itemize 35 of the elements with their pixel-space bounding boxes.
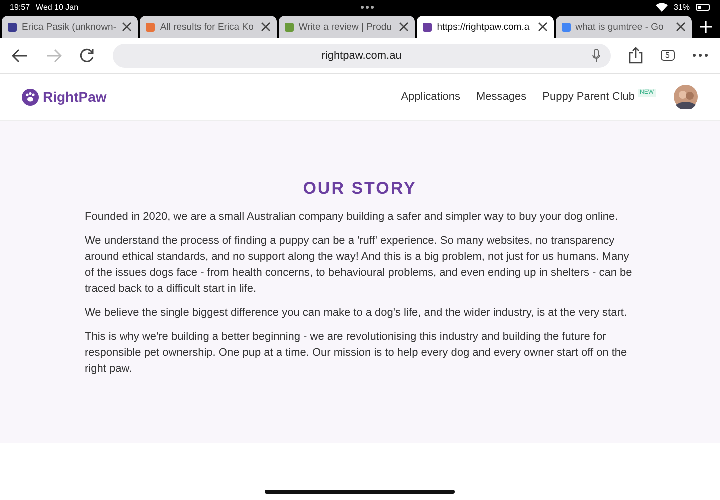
story-paragraph: We understand the process of finding a puppy can be a 'ruff' experience. So many websites, no transparency around ethical standards, and no support along the way! And this is a big problem, not just for us humans. Many of the issues dogs face - from health concerns, to behavioural problems, and even ending up in shelters - can be traced back to a difficult start in life. — [85, 234, 634, 297]
status-date: Wed 10 Jan — [36, 2, 79, 12]
story-paragraph: We believe the single biggest difference you can make to a dog's life, and the wider industry, is at the very start. — [85, 306, 628, 321]
battery-percentage: 31% — [674, 2, 690, 12]
browser-tab[interactable]: https://rightpaw.com.a — [417, 16, 554, 38]
paw-logo-icon[interactable] — [22, 88, 39, 106]
site-logo[interactable]: RightPaw — [43, 89, 107, 105]
browser-tab[interactable]: what is gumtree - Go — [556, 16, 692, 38]
close-icon[interactable] — [399, 22, 410, 32]
close-icon[interactable] — [676, 22, 686, 32]
share-icon[interactable] — [628, 47, 643, 64]
close-icon[interactable] — [538, 22, 548, 32]
story-paragraph: This is why we're building a better beginning - we are revolutionising this industry and building the future for responsible pet ownership. One pup at a time. Our mission is to help every dog and every owner start off on the right paw. — [85, 330, 628, 377]
new-tab-icon[interactable] — [700, 21, 712, 33]
nav-link[interactable]: Messages — [476, 91, 527, 103]
status-time: 19:57 — [10, 2, 30, 12]
browser-tab[interactable]: All results for Erica Ko — [140, 16, 277, 38]
tab-count-button[interactable]: 5 — [660, 50, 675, 61]
avatar-icon[interactable] — [674, 85, 698, 109]
section-heading: OUR STORY — [302, 179, 418, 199]
nav-link[interactable]: Puppy Parent Club — [542, 91, 635, 103]
back-icon[interactable] — [12, 48, 28, 62]
close-icon[interactable] — [260, 22, 271, 32]
microphone-icon[interactable] — [592, 48, 601, 62]
browser-tab[interactable]: Erica Pasik (unknown- — [2, 16, 138, 38]
multitask-icon[interactable] — [360, 6, 374, 8]
browser-tab[interactable]: Write a review | Produ — [278, 16, 416, 38]
more-icon[interactable] — [693, 54, 708, 57]
address-bar[interactable]: rightpaw.com.au — [113, 44, 611, 68]
close-icon[interactable] — [122, 22, 132, 32]
reload-icon[interactable] — [80, 48, 95, 63]
nav-link[interactable]: Applications — [401, 91, 461, 103]
battery-icon — [696, 4, 710, 10]
story-paragraph: Founded in 2020, we are a small Australian company building a safer and simpler way to buy your dog online. — [85, 210, 620, 225]
wifi-icon — [656, 2, 668, 12]
